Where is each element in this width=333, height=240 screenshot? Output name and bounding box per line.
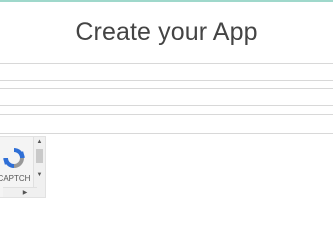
recaptcha-widget[interactable]: CAPTCH ▲ ▼ ▶ <box>0 136 46 198</box>
scroll-right-arrow-icon[interactable]: ▶ <box>20 188 30 197</box>
captcha-horizontal-scrollbar[interactable]: ▶ <box>3 187 37 197</box>
page-title: Create your App <box>75 18 258 46</box>
captcha-label: CAPTCH <box>0 174 31 183</box>
text-input-3[interactable] <box>0 116 333 134</box>
text-input-1[interactable] <box>0 66 333 82</box>
scroll-thumb[interactable] <box>36 149 43 163</box>
recaptcha-icon <box>3 148 25 168</box>
top-accent-bar <box>0 0 333 2</box>
scroll-up-arrow-icon[interactable]: ▲ <box>34 137 45 147</box>
text-input-2[interactable] <box>0 91 333 107</box>
form-field-3[interactable] <box>0 114 333 134</box>
form-field-1[interactable] <box>0 63 333 82</box>
scroll-down-arrow-icon[interactable]: ▼ <box>34 170 45 180</box>
form-field-2[interactable] <box>0 88 333 107</box>
